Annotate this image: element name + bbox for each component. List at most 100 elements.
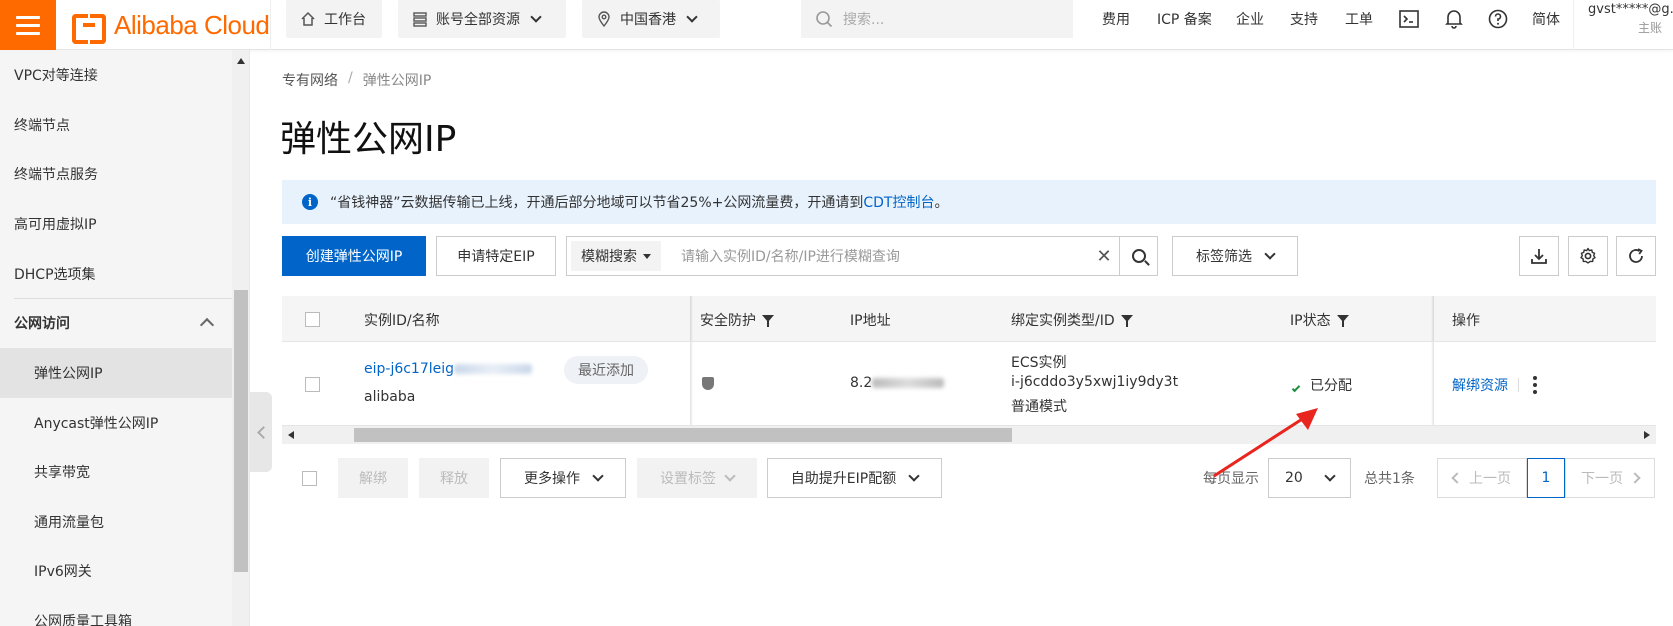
column-instance-label: 实例ID/名称: [364, 313, 440, 329]
row-checkbox[interactable]: [305, 377, 320, 392]
billing-label: 费用: [1102, 12, 1130, 28]
sidebar-item-label: 通用流量包: [34, 515, 104, 531]
search-submit-button[interactable]: [1119, 237, 1157, 275]
bound-instance-mode: 普通模式: [1011, 399, 1067, 415]
apply-specific-eip-button[interactable]: 申请特定EIP: [436, 236, 556, 276]
scroll-right-arrow-icon[interactable]: [1644, 431, 1650, 439]
stack-icon: [413, 12, 427, 27]
cdt-console-link[interactable]: CDT控制台: [863, 195, 934, 211]
sidebar-item-label: IPv6网关: [34, 564, 92, 580]
top-link-tickets[interactable]: 工单: [1345, 0, 1373, 38]
breadcrumb-current: 弹性公网IP: [362, 73, 432, 89]
more-actions-dropdown[interactable]: 更多操作: [500, 458, 626, 498]
filter-icon[interactable]: [1120, 314, 1133, 327]
per-page-value: 20: [1285, 470, 1303, 486]
hamburger-menu-icon[interactable]: [0, 0, 56, 50]
ip-status: 已分配: [1291, 375, 1352, 395]
footer-select-all-checkbox[interactable]: [302, 471, 317, 486]
bound-instance-id-link[interactable]: i-j6cddo3y5xwj1iy9dy3t: [1011, 374, 1178, 390]
create-eip-button[interactable]: 创建弹性公网IP: [282, 236, 426, 276]
sidebar-item-endpoint-service[interactable]: 终端节点服务: [0, 149, 232, 199]
set-tag-dropdown[interactable]: 设置标签: [637, 458, 757, 498]
sidebar-item-label: 终端节点服务: [14, 167, 98, 183]
column-ip: IP地址: [850, 310, 891, 330]
region-dropdown[interactable]: 中国香港: [582, 0, 720, 38]
download-icon[interactable]: [1519, 236, 1559, 276]
notice-message: “省钱神器”云数据传输已上线，开通后部分地域可以节省25%+公网流量费，开通请到: [330, 195, 864, 211]
sidebar-item-endpoint[interactable]: 终端节点: [0, 100, 232, 150]
redacted-text: [454, 364, 533, 374]
column-bound-instance: 绑定实例类型/ID: [1011, 310, 1133, 330]
unbind-resource-link[interactable]: 解绑资源: [1452, 375, 1508, 395]
resources-dropdown[interactable]: 账号全部资源: [398, 0, 566, 38]
table-scroll-thumb[interactable]: [354, 428, 1012, 442]
language-switch[interactable]: 简体: [1532, 0, 1560, 38]
search-mode-dropdown[interactable]: 模糊搜索: [571, 241, 661, 271]
sidebar-item-label: VPC对等连接: [14, 68, 98, 84]
scroll-up-arrow-icon[interactable]: [237, 58, 245, 64]
divider: [1518, 378, 1519, 392]
collapse-sidebar-button[interactable]: [250, 392, 272, 472]
shield-icon[interactable]: [702, 377, 714, 390]
search-icon: [816, 11, 833, 28]
sidebar-item-vpc-peering[interactable]: VPC对等连接: [0, 50, 232, 100]
more-options-icon[interactable]: [1533, 376, 1537, 394]
notice-end: 。: [934, 195, 949, 211]
filter-icon[interactable]: [1336, 314, 1349, 327]
breadcrumb-separator: /: [348, 70, 353, 86]
page-title: 弹性公网IP: [280, 119, 457, 160]
set-tag-label: 设置标签: [660, 471, 716, 487]
sidebar-item-havip[interactable]: 高可用虚拟IP: [0, 199, 232, 249]
table-horizontal-scrollbar[interactable]: [282, 426, 1656, 444]
per-page-select[interactable]: 20: [1268, 458, 1351, 498]
sidebar-group-internet-access[interactable]: 公网访问: [0, 298, 232, 348]
eip-quota-dropdown[interactable]: 自助提升EIP配额: [767, 458, 942, 498]
top-link-support[interactable]: 支持: [1290, 0, 1318, 38]
select-all-checkbox[interactable]: [305, 312, 320, 327]
eip-quota-label: 自助提升EIP配额: [790, 471, 897, 487]
column-security: 安全防护: [700, 310, 774, 330]
prev-page-button[interactable]: 上一页: [1437, 458, 1527, 498]
refresh-icon[interactable]: [1616, 236, 1656, 276]
breadcrumb: 专有网络 / 弹性公网IP: [282, 70, 431, 90]
user-account-menu[interactable]: gvst*****@g... 主账: [1573, 0, 1673, 50]
sidebar-item-eip[interactable]: 弹性公网IP: [0, 348, 232, 398]
caret-down-icon: [643, 253, 651, 259]
help-icon[interactable]: [1488, 0, 1508, 38]
top-link-icp[interactable]: ICP 备案: [1157, 0, 1212, 38]
sidebar: VPC对等连接 终端节点 终端节点服务 高可用虚拟IP DHCP选项集 公网访问…: [0, 50, 250, 626]
tickets-label: 工单: [1345, 12, 1373, 28]
scroll-left-arrow-icon[interactable]: [288, 431, 294, 439]
column-instance: 实例ID/名称: [364, 310, 440, 330]
page-number-button[interactable]: 1: [1527, 458, 1565, 498]
instance-id-link[interactable]: eip-j6c17leig: [364, 361, 533, 377]
search-input[interactable]: 请输入实例ID/名称/IP进行模糊查询: [681, 246, 1089, 266]
sidebar-item-dhcp[interactable]: DHCP选项集: [0, 249, 232, 299]
search-mode-label: 模糊搜索: [581, 249, 637, 265]
settings-gear-icon[interactable]: [1568, 236, 1608, 276]
breadcrumb-parent[interactable]: 专有网络: [282, 70, 338, 90]
terminal-icon[interactable]: [1399, 0, 1419, 38]
top-link-billing[interactable]: 费用: [1102, 0, 1130, 38]
bell-icon[interactable]: [1445, 0, 1463, 38]
sidebar-scrollbar[interactable]: [232, 50, 249, 626]
unbind-button[interactable]: 解绑: [338, 458, 408, 498]
check-icon: [1291, 383, 1301, 393]
sidebar-item-network-quality-toolbox[interactable]: 公网质量工具箱: [0, 596, 232, 626]
workbench-button[interactable]: 工作台: [286, 0, 382, 38]
sidebar-scroll-thumb[interactable]: [234, 290, 248, 572]
column-actions: 操作: [1452, 310, 1480, 330]
ip-address: 8.2: [850, 375, 945, 391]
sidebar-item-data-transfer-plan[interactable]: 通用流量包: [0, 497, 232, 547]
alibaba-cloud-logo[interactable]: Alibaba Cloud: [72, 7, 270, 44]
sidebar-item-shared-bandwidth[interactable]: 共享带宽: [0, 447, 232, 497]
sidebar-item-ipv6-gateway[interactable]: IPv6网关: [0, 546, 232, 596]
top-link-enterprise[interactable]: 企业: [1236, 0, 1264, 38]
global-search-input[interactable]: 搜索...: [801, 0, 1073, 38]
tag-filter-dropdown[interactable]: 标签筛选: [1172, 236, 1298, 276]
filter-icon[interactable]: [762, 314, 774, 327]
clear-icon[interactable]: ✕: [1089, 246, 1119, 267]
release-button[interactable]: 释放: [419, 458, 489, 498]
sidebar-item-anycast-eip[interactable]: Anycast弹性公网IP: [0, 398, 232, 448]
next-page-button[interactable]: 下一页: [1565, 458, 1655, 498]
